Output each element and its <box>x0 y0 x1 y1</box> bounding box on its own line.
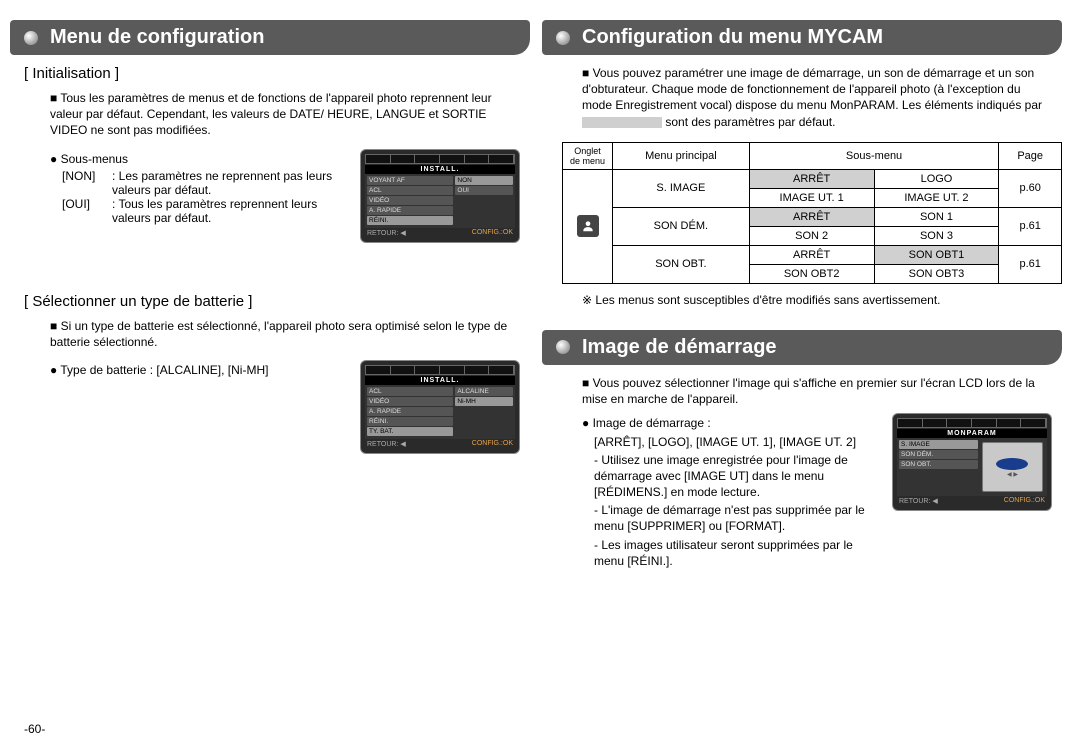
grey-default-chip <box>582 117 662 128</box>
right-column: Configuration du menu MYCAM Vous pouvez … <box>542 20 1062 577</box>
th-sousmenu: Sous-menu <box>749 142 999 169</box>
td-simage: S. IMAGE <box>613 169 750 207</box>
left-column: Menu de configuration [ Initialisation ]… <box>10 20 530 577</box>
td-page: p.61 <box>999 245 1062 283</box>
td: SON 3 <box>874 226 999 245</box>
cam-title: INSTALL. <box>365 376 515 385</box>
td: SON OBT1 <box>874 245 999 264</box>
cam-foot-right: CONFIG.:OK <box>472 229 513 237</box>
td: ARRÊT <box>749 169 874 188</box>
startimg-label: Image de démarrage : <box>582 415 884 431</box>
cam-foot-right: CONFIG.:OK <box>1004 497 1045 505</box>
td: LOGO <box>874 169 999 188</box>
camera-screen-battery: INSTALL. ACL VIDÉO A. RAPIDE RÉINI. TY. … <box>360 360 520 454</box>
cam-item-selected: RÉINI. <box>367 216 453 225</box>
menu-change-note: Les menus sont susceptibles d'être modif… <box>582 292 1052 308</box>
cam-item-selected: S. IMAGE <box>899 440 978 449</box>
cam-item: SON DÉM. <box>899 450 978 459</box>
th-principal: Menu principal <box>613 142 750 169</box>
mycam-intro: Vous pouvez paramétrer une image de déma… <box>582 65 1052 130</box>
td: SON 1 <box>874 207 999 226</box>
page-number: -60- <box>24 722 45 736</box>
cam-val: NON <box>455 176 513 185</box>
person-icon <box>577 215 599 237</box>
cam-item: A. RAPIDE <box>367 206 453 215</box>
option-non-val: : Les paramètres ne reprennent pas leurs… <box>112 169 352 197</box>
startimg-note1: - Utilisez une image enregistrée pour l'… <box>582 452 884 501</box>
camera-screen-monparam: MONPARAM S. IMAGE SON DÉM. SON OBT. ◀ ▶ … <box>892 413 1052 511</box>
startimg-desc: Vous pouvez sélectionner l'image qui s'a… <box>582 375 1052 407</box>
ribbon-mycam: Configuration du menu MYCAM <box>542 20 1062 55</box>
cam-item: A. RAPIDE <box>367 407 453 416</box>
cam-foot-left: RETOUR: ◀ <box>367 440 406 448</box>
camera-tab-icons <box>897 418 1047 428</box>
startimg-options: [ARRÊT], [LOGO], [IMAGE UT. 1], [IMAGE U… <box>582 434 884 450</box>
camera-screen-init: INSTALL. VOYANT AF ACL VIDÉO A. RAPIDE R… <box>360 149 520 243</box>
cam-foot-right: CONFIG.:OK <box>472 440 513 448</box>
startimg-note2: - L'image de démarrage n'est pas supprim… <box>582 502 884 534</box>
td: SON 2 <box>749 226 874 245</box>
section-initialisation-title: [ Initialisation ] <box>10 61 530 86</box>
camera-tab-icons <box>365 154 515 164</box>
cam-val: OUI <box>455 186 513 195</box>
cam-foot-left: RETOUR: ◀ <box>367 229 406 237</box>
section-battery-title: [ Sélectionner un type de batterie ] <box>10 289 530 314</box>
cam-item: VOYANT AF <box>367 176 453 185</box>
ribbon-startimage: Image de démarrage <box>542 330 1062 365</box>
td-sondem: SON DÉM. <box>613 207 750 245</box>
battery-types: Type de batterie : [ALCALINE], [Ni-MH] <box>50 362 352 378</box>
cam-title: MONPARAM <box>897 429 1047 438</box>
cam-item: ACL <box>367 186 453 195</box>
init-description: Tous les paramètres de menus et de fonct… <box>50 90 520 139</box>
cam-item-selected: TY. BAT. <box>367 427 453 436</box>
cam-item: RÉINI. <box>367 417 453 426</box>
cam-title: INSTALL. <box>365 165 515 174</box>
cam-item: ACL <box>367 387 453 396</box>
mycam-menu-table: Onglet de menu Menu principal Sous-menu … <box>562 142 1062 284</box>
td-page: p.61 <box>999 207 1062 245</box>
td: IMAGE UT. 1 <box>749 188 874 207</box>
th-onglet: Onglet de menu <box>563 142 613 169</box>
cam-item: VIDÉO <box>367 196 453 205</box>
cam-preview-box: ◀ ▶ <box>982 442 1043 492</box>
camera-tab-icons <box>365 365 515 375</box>
td: ARRÊT <box>749 207 874 226</box>
startimg-note3: - Les images utilisateur seront supprimé… <box>582 537 884 569</box>
cam-item: SON OBT. <box>899 460 978 469</box>
td: SON OBT3 <box>874 264 999 283</box>
sous-menus-label: Sous-menus <box>50 151 352 167</box>
cam-item: VIDÉO <box>367 397 453 406</box>
option-non-key: [NON] <box>62 169 112 197</box>
cam-val: Ni-MH <box>455 397 513 406</box>
td-page: p.60 <box>999 169 1062 207</box>
td-sonobt: SON OBT. <box>613 245 750 283</box>
th-page: Page <box>999 142 1062 169</box>
option-oui-key: [OUI] <box>62 197 112 225</box>
td: ARRÊT <box>749 245 874 264</box>
menu-tab-icon-cell <box>563 169 613 283</box>
option-oui-val: : Tous les paramètres reprennent leurs v… <box>112 197 352 225</box>
td: IMAGE UT. 2 <box>874 188 999 207</box>
battery-description: Si un type de batterie est sélectionné, … <box>50 318 520 350</box>
cam-val: ALCALINE <box>455 387 513 396</box>
samsung-logo-icon <box>995 457 1029 471</box>
ribbon-config-menu: Menu de configuration <box>10 20 530 55</box>
cam-foot-left: RETOUR: ◀ <box>899 497 938 505</box>
td: SON OBT2 <box>749 264 874 283</box>
